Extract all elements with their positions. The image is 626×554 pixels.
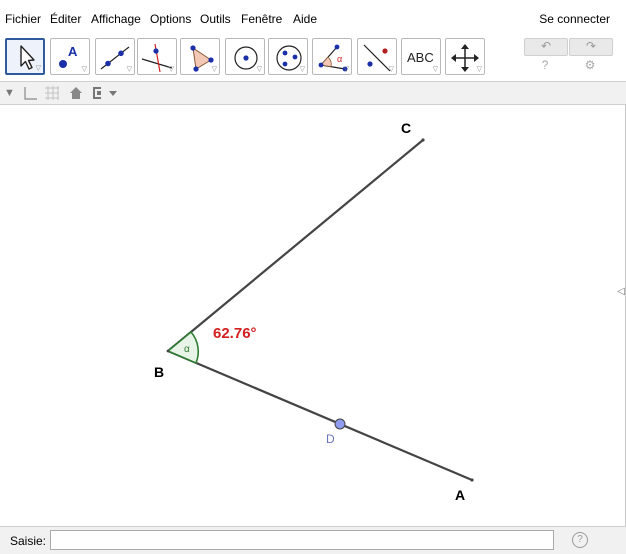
label-a[interactable]: A: [455, 487, 465, 503]
label-d[interactable]: D: [326, 432, 335, 446]
text-tool-label: ABC: [407, 50, 434, 65]
tool-menu-indicator: ▽: [35, 65, 41, 72]
menu-outils[interactable]: Outils: [200, 12, 231, 26]
menu-editer[interactable]: Éditer: [50, 12, 81, 26]
segment-ba[interactable]: [167, 349, 473, 482]
axes-icon[interactable]: [22, 86, 38, 100]
undo-button[interactable]: ↶: [524, 38, 568, 56]
angle-symbol-label: α: [184, 344, 190, 355]
point-b-marker[interactable]: [166, 349, 170, 353]
redo-button[interactable]: ↷: [569, 38, 613, 56]
angle-tool-button[interactable]: α ▽: [312, 38, 352, 75]
input-help-icon[interactable]: ?: [572, 532, 588, 548]
toolbar: ▽ A ▽ ▽ ▽ ▽ ▽ ▽ α ▽ ▽ ABC ▽ ▽ ↶ ↷ ? ⚙: [0, 33, 626, 81]
menu-fenetre[interactable]: Fenêtre: [241, 12, 282, 26]
tool-menu-indicator: ▽: [343, 66, 349, 73]
graphics-view[interactable]: α 62.76° C B A D: [0, 105, 624, 526]
menu-fichier[interactable]: Fichier: [5, 12, 41, 26]
line-tool-button[interactable]: ▽: [95, 38, 135, 75]
redo-icon: ↷: [585, 39, 597, 53]
toggle-style-bar-icon[interactable]: ▼: [4, 86, 15, 100]
polygon-tool-button[interactable]: ▽: [180, 38, 220, 75]
move-tool-button[interactable]: ▽: [5, 38, 45, 75]
help-icon[interactable]: ?: [538, 58, 552, 72]
tool-menu-indicator: ▽: [211, 66, 217, 73]
input-label: Saisie:: [10, 534, 47, 548]
point-d[interactable]: [334, 418, 346, 430]
segment-bc[interactable]: [167, 139, 424, 352]
point-capturing-icon[interactable]: [90, 86, 120, 100]
tool-menu-indicator: ▽: [126, 66, 132, 73]
menu-aide[interactable]: Aide: [293, 12, 317, 26]
arrow-cursor-icon: [20, 45, 35, 70]
label-c[interactable]: C: [401, 120, 411, 136]
tool-menu-indicator: ▽: [432, 66, 438, 73]
point-c-marker[interactable]: [421, 138, 425, 142]
undo-icon: ↶: [540, 39, 552, 53]
side-panel-toggle-icon[interactable]: ◁: [617, 286, 625, 297]
label-b[interactable]: B: [154, 364, 164, 380]
reflect-tool-button[interactable]: ▽: [357, 38, 397, 75]
grid-icon[interactable]: [44, 86, 60, 100]
tool-menu-indicator: ▽: [81, 66, 87, 73]
menu-options[interactable]: Options: [150, 12, 191, 26]
tool-menu-indicator: ▽: [476, 66, 482, 73]
angle-value-label[interactable]: 62.76°: [213, 325, 257, 342]
gear-icon[interactable]: ⚙: [583, 58, 597, 72]
menu-bar: Fichier Éditer Affichage Options Outils …: [0, 0, 626, 33]
menu-affichage[interactable]: Affichage: [91, 12, 141, 26]
input-bar: Saisie: ?: [0, 526, 626, 554]
angle-tool-symbol: α: [337, 54, 342, 64]
tool-menu-indicator: ▽: [256, 66, 262, 73]
tool-menu-indicator: ▽: [388, 66, 394, 73]
tool-menu-indicator: ▽: [299, 66, 305, 73]
circle-tool-button[interactable]: ▽: [225, 38, 265, 75]
tool-menu-indicator: ▽: [168, 66, 174, 73]
point-tool-button[interactable]: A ▽: [50, 38, 90, 75]
home-view-icon[interactable]: [69, 86, 83, 100]
style-bar: ▼: [0, 81, 626, 105]
perpendicular-line-tool-button[interactable]: ▽: [137, 38, 177, 75]
text-tool-button[interactable]: ABC ▽: [401, 38, 441, 75]
sign-in-link[interactable]: Se connecter: [539, 12, 610, 26]
point-tool-letter: A: [68, 44, 78, 59]
point-a-marker[interactable]: [470, 478, 474, 482]
circle-three-points-tool-button[interactable]: ▽: [268, 38, 308, 75]
input-field[interactable]: [50, 530, 554, 550]
geometry-canvas[interactable]: α 62.76° C B A D: [0, 105, 624, 526]
move-view-tool-button[interactable]: ▽: [445, 38, 485, 75]
